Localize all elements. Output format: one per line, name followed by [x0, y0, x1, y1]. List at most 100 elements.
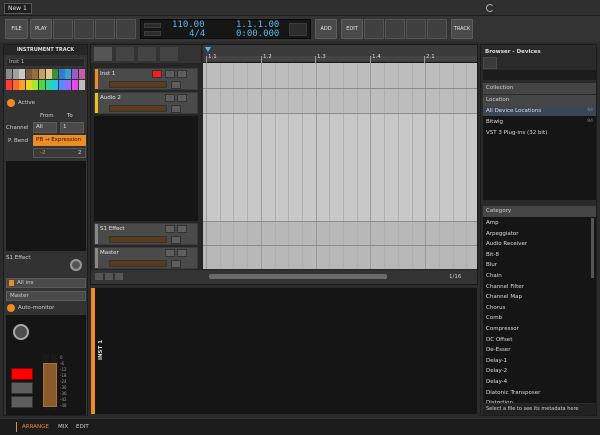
- timeline-ruler[interactable]: 1.1 1.2 1.3 1.4 2.1: [203, 45, 477, 63]
- active-toggle-icon[interactable]: [7, 99, 15, 107]
- signature-display[interactable]: 4/4: [189, 30, 205, 39]
- pbend-mapping-select[interactable]: PB → Expression: [33, 135, 86, 146]
- category-item[interactable]: Channel Filter: [483, 282, 596, 292]
- color-swatch[interactable]: [78, 80, 85, 90]
- track-solo-button[interactable]: [165, 94, 175, 102]
- toolbar-button-6[interactable]: [385, 19, 405, 39]
- effect-knob[interactable]: [70, 259, 82, 271]
- toolbar-button-7[interactable]: [406, 19, 426, 39]
- color-swatch[interactable]: [25, 80, 32, 90]
- track-header-button[interactable]: [115, 46, 135, 62]
- category-item[interactable]: Comb: [483, 313, 596, 323]
- color-swatch[interactable]: [45, 69, 52, 79]
- track-monitor-button[interactable]: [171, 105, 181, 113]
- color-swatch[interactable]: [78, 69, 85, 79]
- solo-button[interactable]: [11, 382, 33, 394]
- category-item[interactable]: Chain: [483, 271, 596, 281]
- category-item[interactable]: Delay-1: [483, 356, 596, 366]
- track-volume-bar[interactable]: [109, 81, 167, 88]
- horizontal-scrollbar[interactable]: [209, 274, 387, 279]
- time-display[interactable]: 0:00.000: [236, 30, 279, 39]
- channel-from-select[interactable]: All: [33, 122, 57, 133]
- category-item[interactable]: Compressor: [483, 324, 596, 334]
- play-button[interactable]: PLAY: [30, 19, 52, 39]
- color-swatch[interactable]: [52, 80, 59, 90]
- track-header-s1-effect[interactable]: S1 Effect: [94, 223, 198, 245]
- color-swatch[interactable]: [19, 69, 26, 79]
- track-solo-button[interactable]: [165, 225, 175, 233]
- color-swatch[interactable]: [39, 80, 45, 90]
- color-swatch[interactable]: [6, 69, 12, 79]
- category-item[interactable]: Delay-2: [483, 366, 596, 376]
- track-monitor-button[interactable]: [171, 236, 181, 244]
- pbend-range[interactable]: -2 2: [33, 148, 86, 158]
- toolbar-button-1[interactable]: [53, 19, 73, 39]
- track-volume-bar[interactable]: [109, 105, 167, 112]
- color-swatch[interactable]: [65, 80, 72, 90]
- track-header-button[interactable]: [93, 46, 113, 62]
- location-item[interactable]: All Device Locations 94: [483, 106, 596, 116]
- edit-button[interactable]: EDIT: [341, 19, 363, 39]
- color-swatch[interactable]: [6, 80, 12, 90]
- color-swatch[interactable]: [45, 80, 52, 90]
- location-header[interactable]: Location: [483, 95, 596, 106]
- color-swatch[interactable]: [52, 69, 59, 79]
- color-swatch[interactable]: [72, 69, 78, 79]
- category-item[interactable]: Chorus: [483, 303, 596, 313]
- track-content-area[interactable]: [203, 63, 477, 269]
- track-monitor-button[interactable]: [171, 260, 181, 268]
- track-mute-button[interactable]: [177, 94, 187, 102]
- track-solo-button[interactable]: [165, 70, 175, 78]
- category-item[interactable]: Channel Map: [483, 292, 596, 302]
- playhead-marker-icon[interactable]: [205, 47, 211, 52]
- track-button[interactable]: TRACK: [451, 19, 473, 39]
- toolbar-button-2[interactable]: [74, 19, 94, 39]
- project-tab[interactable]: New 1: [4, 3, 32, 14]
- loop-region[interactable]: [207, 56, 477, 61]
- category-item[interactable]: Bit-8: [483, 250, 596, 260]
- track-header-inst-1[interactable]: Inst 1: [94, 68, 198, 90]
- category-item[interactable]: Blur: [483, 260, 596, 270]
- category-item[interactable]: Audio Receiver: [483, 239, 596, 249]
- auto-monitor-icon[interactable]: [7, 304, 15, 312]
- color-swatch[interactable]: [58, 69, 65, 79]
- color-swatch[interactable]: [65, 69, 72, 79]
- edit-view-tab[interactable]: EDIT: [76, 424, 89, 430]
- category-item[interactable]: Delay-4: [483, 377, 596, 387]
- track-solo-button[interactable]: [165, 249, 175, 257]
- mute-button[interactable]: [11, 396, 33, 408]
- color-swatch[interactable]: [19, 80, 26, 90]
- footer-button[interactable]: [105, 273, 113, 280]
- track-record-arm-button[interactable]: [152, 70, 162, 78]
- track-volume-bar[interactable]: [109, 236, 167, 243]
- channel-to-select[interactable]: 1: [60, 122, 84, 133]
- track-header-button[interactable]: [137, 46, 157, 62]
- output-select[interactable]: Master: [6, 291, 86, 301]
- track-header-button[interactable]: [159, 46, 179, 62]
- category-item[interactable]: Amp: [483, 218, 596, 228]
- category-scrollbar[interactable]: [591, 218, 594, 278]
- category-item[interactable]: Diatonic Transposer: [483, 388, 596, 398]
- pan-knob[interactable]: [13, 324, 29, 340]
- mix-view-tab[interactable]: MIX: [58, 424, 68, 430]
- file-button[interactable]: FILE: [5, 19, 28, 39]
- browser-mode-button[interactable]: [483, 57, 497, 69]
- input-select[interactable]: All ins: [6, 278, 86, 288]
- toolbar-button-5[interactable]: [364, 19, 384, 39]
- add-button[interactable]: ADD: [315, 19, 337, 39]
- category-header[interactable]: Category: [483, 206, 596, 217]
- location-item[interactable]: VST 3 Plug-ins (32 bit): [483, 128, 596, 138]
- track-volume-bar[interactable]: [109, 260, 167, 267]
- track-mute-button[interactable]: [177, 225, 187, 233]
- category-item[interactable]: Distortion: [483, 398, 596, 403]
- color-swatch[interactable]: [12, 69, 19, 79]
- record-arm-button[interactable]: [11, 368, 33, 380]
- category-item[interactable]: Arpeggiator: [483, 229, 596, 239]
- color-swatch[interactable]: [32, 80, 39, 90]
- toolbar-button-4[interactable]: [116, 19, 136, 39]
- collection-header[interactable]: Collection: [483, 83, 596, 94]
- location-item[interactable]: Bitwig 94: [483, 117, 596, 127]
- track-monitor-button[interactable]: [171, 81, 181, 89]
- color-swatch[interactable]: [12, 80, 19, 90]
- track-header-master[interactable]: Master: [94, 247, 198, 269]
